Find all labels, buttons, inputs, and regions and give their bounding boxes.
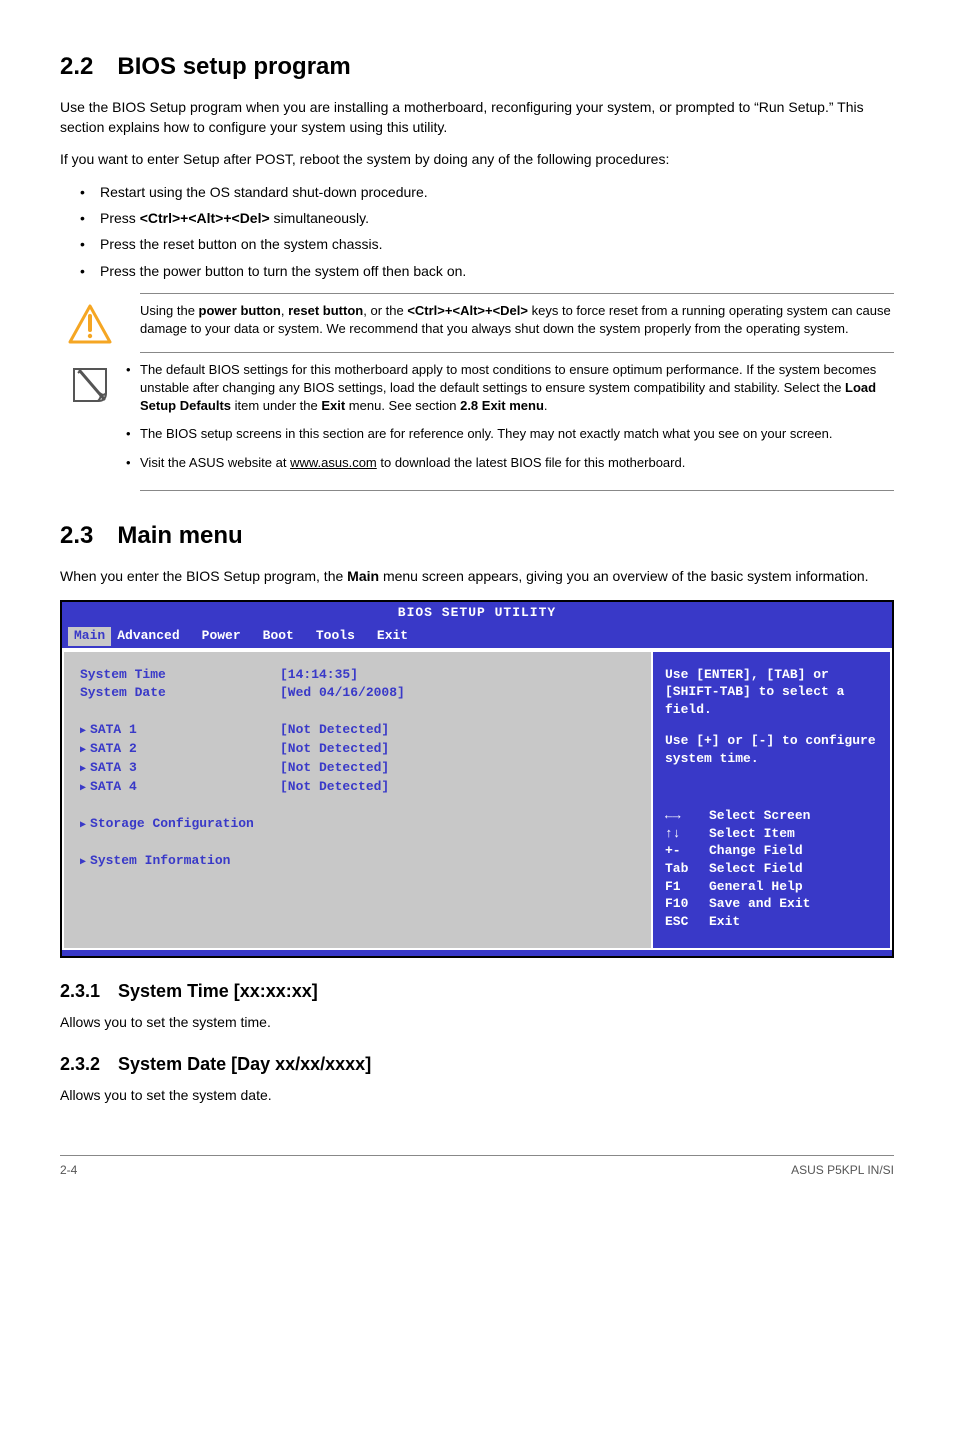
- bullet-22-2-bold: <Ctrl>+<Alt>+<Del>: [140, 210, 270, 226]
- bios-tab-power[interactable]: Power: [196, 627, 257, 646]
- note-icon: [60, 361, 120, 407]
- bios-date-value[interactable]: [Wed 04/16/2008]: [280, 684, 405, 703]
- key-lr: ←→: [665, 807, 709, 825]
- p23-post: menu screen appears, giving you an overv…: [379, 568, 868, 584]
- heading-2-3-2: 2.3.2 System Date [Day xx/xx/xxxx]: [60, 1051, 894, 1077]
- bios-title: BIOS SETUP UTILITY: [62, 602, 892, 625]
- bios-time-label: System Time: [80, 666, 280, 685]
- n1-pre: The default BIOS settings for this mothe…: [140, 362, 876, 395]
- footer-product: ASUS P5KPL IN/SI: [791, 1162, 894, 1179]
- warn-b3: <Ctrl>+<Alt>+<Del>: [407, 303, 528, 318]
- key-ud-desc: Select Item: [709, 825, 795, 843]
- key-tab-desc: Select Field: [709, 860, 803, 878]
- bios-help2: Use [+] or [-] to configure system time.: [665, 732, 878, 767]
- para-231: Allows you to set the system time.: [60, 1012, 894, 1032]
- bios-sata3-label[interactable]: SATA 3: [80, 759, 280, 778]
- para-22-1: Use the BIOS Setup program when you are …: [60, 97, 894, 138]
- bullet-22-2: Press <Ctrl>+<Alt>+<Del> simultaneously.: [100, 208, 894, 228]
- note-callout: The default BIOS settings for this mothe…: [140, 353, 894, 491]
- key-esc: ESC: [665, 913, 709, 931]
- bullet-22-3: Press the reset button on the system cha…: [100, 234, 894, 254]
- bullet-22-2-post: simultaneously.: [270, 210, 369, 226]
- bios-tab-advanced[interactable]: Advanced: [111, 627, 195, 646]
- note-text: The default BIOS settings for this mothe…: [120, 361, 894, 482]
- bios-footer-bar: [62, 950, 892, 956]
- bios-sata4-label[interactable]: SATA 4: [80, 778, 280, 797]
- bios-screenshot: BIOS SETUP UTILITY Main Advanced Power B…: [60, 600, 894, 958]
- bios-left-pane: System Time [14:14:35] System Date [Wed …: [62, 650, 652, 951]
- warning-icon: [60, 302, 120, 344]
- bullet-22-2-pre: Press: [100, 210, 140, 226]
- bios-tab-main[interactable]: Main: [68, 627, 111, 646]
- n3-post: to download the latest BIOS file for thi…: [377, 455, 686, 470]
- n1-mid2: menu. See section: [345, 398, 460, 413]
- bios-tab-tools[interactable]: Tools: [310, 627, 371, 646]
- bios-right-pane: Use [ENTER], [TAB] or [SHIFT-TAB] to sel…: [652, 650, 892, 951]
- bullet-22-4: Press the power button to turn the syste…: [100, 261, 894, 281]
- key-f10-desc: Save and Exit: [709, 895, 810, 913]
- bullet-list-22: Restart using the OS standard shut-down …: [100, 182, 894, 281]
- p23-b: Main: [347, 568, 379, 584]
- bios-storage-config[interactable]: Storage Configuration: [80, 815, 280, 834]
- p23-pre: When you enter the BIOS Setup program, t…: [60, 568, 347, 584]
- warning-callout: Using the power button, reset button, or…: [140, 293, 894, 353]
- bullet-22-1: Restart using the OS standard shut-down …: [100, 182, 894, 202]
- key-f10: F10: [665, 895, 709, 913]
- key-tab: Tab: [665, 860, 709, 878]
- n1-mid: item under the: [231, 398, 321, 413]
- bios-sata3-value: [Not Detected]: [280, 759, 389, 778]
- n3-link: www.asus.com: [290, 455, 377, 470]
- bios-tab-boot[interactable]: Boot: [257, 627, 310, 646]
- para-22-2: If you want to enter Setup after POST, r…: [60, 149, 894, 169]
- key-pm: +-: [665, 842, 709, 860]
- warning-text: Using the power button, reset button, or…: [120, 302, 894, 338]
- key-f1-desc: General Help: [709, 878, 803, 896]
- key-lr-desc: Select Screen: [709, 807, 810, 825]
- heading-2-3-1: 2.3.1 System Time [xx:xx:xx]: [60, 978, 894, 1004]
- footer-page-number: 2-4: [60, 1162, 77, 1179]
- bios-system-info[interactable]: System Information: [80, 852, 280, 871]
- note-item-2: The BIOS setup screens in this section a…: [140, 425, 894, 443]
- key-esc-desc: Exit: [709, 913, 740, 931]
- warn-pre: Using the: [140, 303, 199, 318]
- bios-time-value[interactable]: [14:14:35]: [280, 666, 358, 685]
- bios-sata4-value: [Not Detected]: [280, 778, 389, 797]
- key-pm-desc: Change Field: [709, 842, 803, 860]
- page-footer: 2-4 ASUS P5KPL IN/SI: [60, 1155, 894, 1179]
- key-ud: ↑↓: [665, 825, 709, 843]
- heading-2-2: 2.2 BIOS setup program: [60, 50, 894, 85]
- bios-sata2-label[interactable]: SATA 2: [80, 740, 280, 759]
- bios-date-label: System Date: [80, 684, 280, 703]
- heading-2-3: 2.3 Main menu: [60, 519, 894, 554]
- bios-key-legend: ←→Select Screen ↑↓Select Item +-Change F…: [665, 807, 878, 930]
- bios-tabbar: Main Advanced Power Boot Tools Exit: [62, 625, 892, 648]
- bios-sata1-value: [Not Detected]: [280, 721, 389, 740]
- n1-b3: 2.8 Exit menu: [460, 398, 544, 413]
- warn-b2: reset button: [288, 303, 363, 318]
- note-item-1: The default BIOS settings for this mothe…: [140, 361, 894, 416]
- note-item-3: Visit the ASUS website at www.asus.com t…: [140, 454, 894, 472]
- bios-sata2-value: [Not Detected]: [280, 740, 389, 759]
- n1-b2: Exit: [321, 398, 345, 413]
- para-23-1: When you enter the BIOS Setup program, t…: [60, 566, 894, 586]
- warn-mid2: , or the: [363, 303, 407, 318]
- bios-sata1-label[interactable]: SATA 1: [80, 721, 280, 740]
- n1-post: .: [544, 398, 548, 413]
- para-232: Allows you to set the system date.: [60, 1085, 894, 1105]
- bios-tab-exit[interactable]: Exit: [371, 627, 424, 646]
- warn-b1: power button: [199, 303, 281, 318]
- bios-help1: Use [ENTER], [TAB] or [SHIFT-TAB] to sel…: [665, 666, 878, 719]
- key-f1: F1: [665, 878, 709, 896]
- n3-pre: Visit the ASUS website at: [140, 455, 290, 470]
